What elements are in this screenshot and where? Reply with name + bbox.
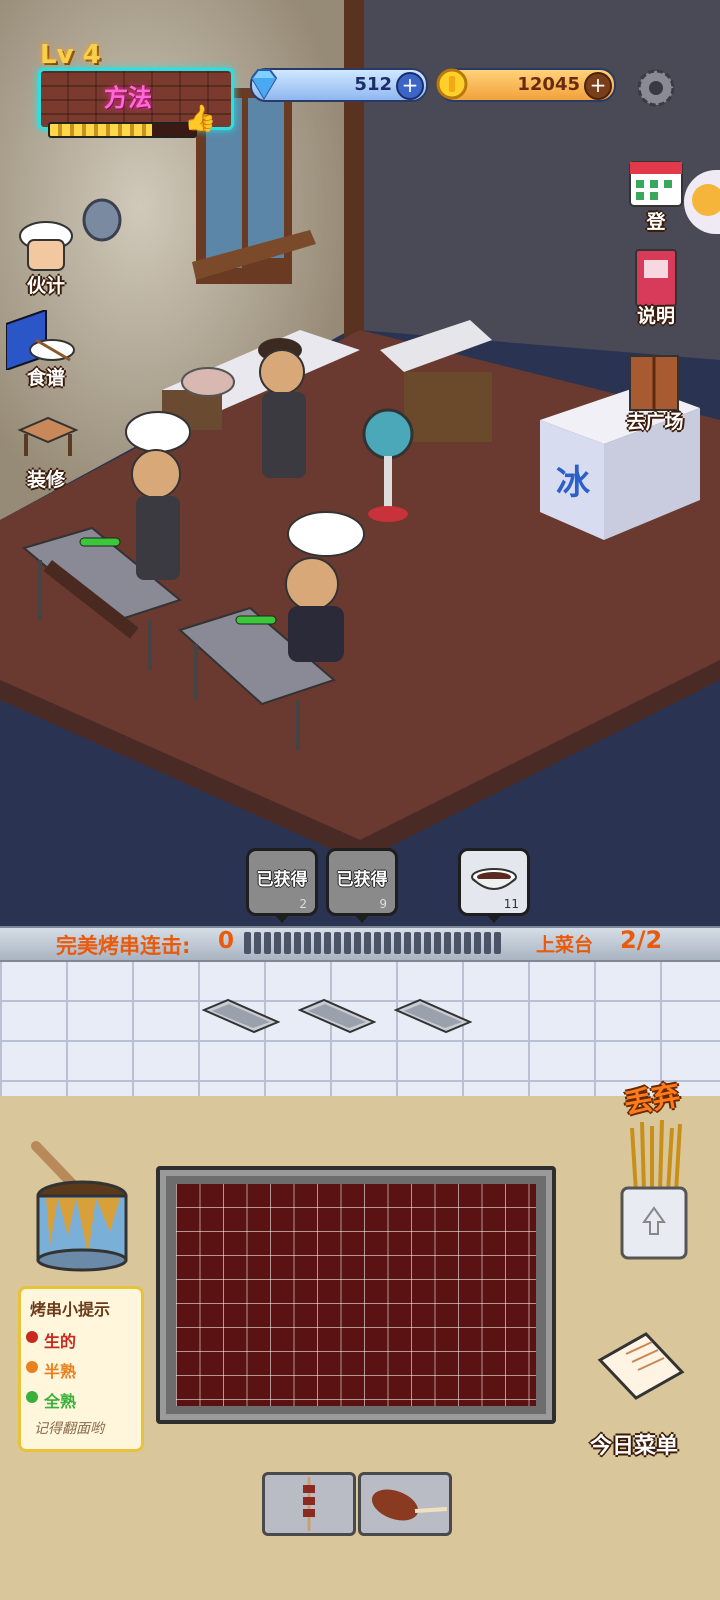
- game-scene: 冰: [0, 0, 720, 945]
- recipe-button[interactable]: 食谱: [6, 310, 86, 390]
- tip-raw-label: 生的: [44, 1332, 77, 1351]
- serving-counter-value: 2/2: [620, 926, 663, 954]
- combo-segment: [274, 932, 281, 954]
- combo-segment: [404, 932, 411, 954]
- add-coins-button[interactable]: +: [584, 72, 612, 100]
- table-icon: [17, 416, 79, 456]
- decorate-label: 装修: [26, 469, 65, 491]
- add-gems-button[interactable]: +: [396, 72, 424, 100]
- recipe-book-icon: [6, 310, 75, 370]
- coin-icon: [436, 68, 468, 100]
- tip-half: 半熟: [26, 1358, 77, 1382]
- combo-progress-track: [244, 932, 504, 954]
- serving-tray[interactable]: [298, 998, 376, 1034]
- coin-amount: 12045: [517, 74, 580, 95]
- plaza-button[interactable]: 去广场: [614, 354, 694, 434]
- combo-segment: [484, 932, 491, 954]
- gem-counter: 512 +: [250, 68, 428, 102]
- tip-done: 全熟: [26, 1388, 77, 1412]
- todays-menu-button[interactable]: 今日菜单: [590, 1428, 678, 1460]
- order-ticket[interactable]: 已获得 9: [326, 848, 398, 923]
- combo-segment: [424, 932, 431, 954]
- guide-label: 说明: [636, 305, 675, 327]
- sauce-bowl-icon: [471, 868, 517, 890]
- chef-hat-icon: [19, 221, 73, 271]
- order-count: 2: [299, 897, 307, 911]
- discard-bin-icon[interactable]: [614, 1118, 694, 1264]
- combo-segment: [494, 932, 501, 954]
- combo-segment: [294, 932, 301, 954]
- guide-button[interactable]: 说明: [616, 248, 696, 328]
- combo-segment: [244, 932, 251, 954]
- settings-gear-icon[interactable]: [632, 64, 680, 112]
- door-icon: [629, 355, 679, 411]
- tip-raw: 生的: [26, 1328, 77, 1352]
- freezer-label: 冰: [556, 463, 591, 503]
- serving-tray[interactable]: [394, 998, 472, 1034]
- combo-segment: [324, 932, 331, 954]
- sauce-bucket-icon[interactable]: [16, 1136, 138, 1272]
- dish-name: 方法: [104, 84, 152, 112]
- serving-counter-label: 上菜台: [536, 934, 594, 956]
- decorate-button[interactable]: 装修: [6, 412, 86, 492]
- combo-segment: [434, 932, 441, 954]
- combo-segment: [454, 932, 461, 954]
- coin-counter: 12045 +: [436, 68, 616, 102]
- combo-segment: [474, 932, 481, 954]
- combo-segment: [284, 932, 291, 954]
- level-label: Lv 4: [40, 40, 101, 70]
- combo-segment: [334, 932, 341, 954]
- thumbs-up-icon: 👍: [184, 104, 217, 134]
- gem-amount: 512: [354, 74, 392, 95]
- tips-title: 烤串小提示: [30, 1300, 111, 1319]
- tip-done-label: 全熟: [44, 1392, 77, 1411]
- plaza-label: 去广场: [626, 411, 684, 433]
- level-progress-bar: [48, 122, 197, 138]
- order-count: 11: [503, 897, 519, 911]
- order-count: 9: [379, 897, 387, 911]
- combo-segment: [364, 932, 371, 954]
- combo-segment: [264, 932, 271, 954]
- diamond-icon: [250, 69, 278, 100]
- order-ticket[interactable]: 11: [458, 848, 530, 923]
- combo-segment: [394, 932, 401, 954]
- staff-button[interactable]: 伙计: [6, 218, 86, 298]
- grill-rack[interactable]: [156, 1166, 556, 1424]
- checkin-label: 登: [646, 211, 666, 233]
- order-status: 已获得: [256, 870, 308, 890]
- combo-segment: [314, 932, 321, 954]
- skewer-slot[interactable]: [262, 1472, 356, 1536]
- grill-grate[interactable]: [176, 1184, 536, 1406]
- combo-label: 完美烤串连击:: [56, 934, 191, 958]
- order-ticket[interactable]: 已获得 2: [246, 848, 318, 923]
- combo-segment: [254, 932, 261, 954]
- combo-segment: [464, 932, 471, 954]
- combo-segment: [304, 932, 311, 954]
- recipe-label: 食谱: [26, 367, 65, 389]
- combo-segment: [354, 932, 361, 954]
- book-icon: [635, 249, 677, 307]
- combo-segment: [444, 932, 451, 954]
- combo-segment: [374, 932, 381, 954]
- half-dot-icon: [26, 1361, 38, 1373]
- calendar-icon: [629, 161, 683, 207]
- done-dot-icon: [26, 1391, 38, 1403]
- menu-paper-icon[interactable]: [596, 1330, 686, 1402]
- order-status: 已获得: [336, 870, 388, 890]
- serving-tray[interactable]: [202, 998, 280, 1034]
- combo-segment: [414, 932, 421, 954]
- combo-segment: [384, 932, 391, 954]
- staff-label: 伙计: [26, 275, 65, 297]
- meat-skewer-icon: [303, 1477, 315, 1531]
- skewer-slot[interactable]: [358, 1472, 452, 1536]
- drumstick-icon: [371, 1489, 448, 1521]
- combo-value: 0: [218, 928, 235, 954]
- tips-footer: 记得翻面哟: [34, 1421, 104, 1437]
- level-progress-fill: [50, 124, 152, 136]
- combo-segment: [344, 932, 351, 954]
- raw-dot-icon: [26, 1331, 38, 1343]
- tip-half-label: 半熟: [44, 1362, 77, 1381]
- restaurant-illustration: 冰: [0, 0, 720, 945]
